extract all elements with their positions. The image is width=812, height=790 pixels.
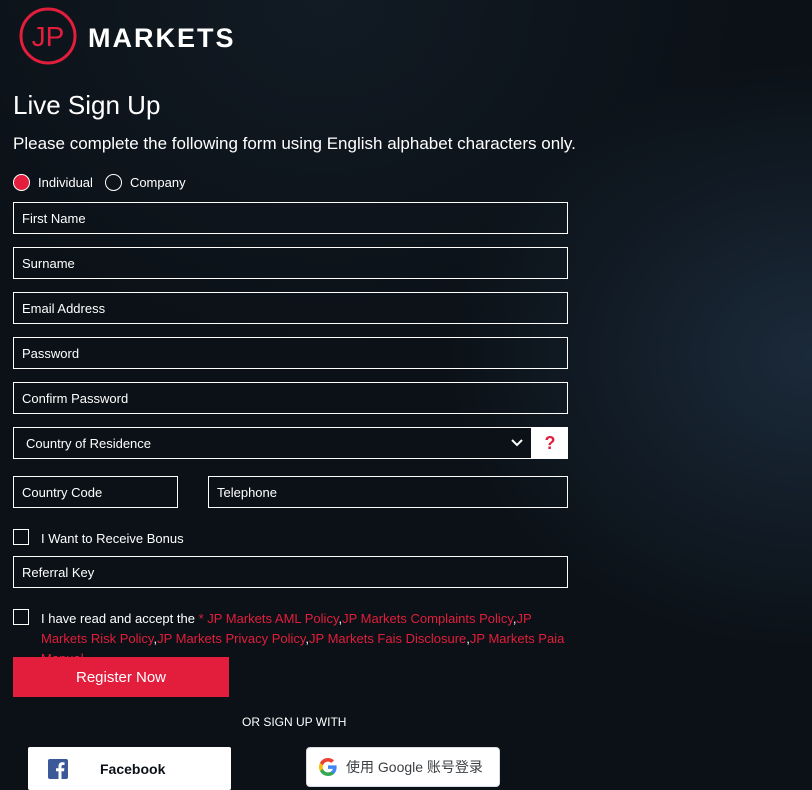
country-code-placeholder: Country Code	[22, 484, 103, 500]
jp-logo-icon: JP	[19, 7, 77, 65]
link-aml-policy[interactable]: JP Markets AML Policy	[207, 611, 338, 626]
referral-key-input[interactable]: Referral Key	[13, 556, 568, 588]
page-title: Live Sign Up	[13, 90, 161, 120]
google-button-label: 使用 Google 账号登录	[346, 759, 483, 775]
email-placeholder: Email Address	[22, 300, 106, 316]
facebook-button-label: Facebook	[100, 760, 166, 777]
email-input[interactable]: Email Address	[13, 292, 568, 324]
confirm-password-placeholder: Confirm Password	[22, 390, 129, 406]
password-placeholder: Password	[22, 345, 80, 361]
or-sign-up-with-text: OR SIGN UP WITH	[242, 715, 347, 729]
facebook-icon	[48, 758, 68, 779]
telephone-input[interactable]: Telephone	[208, 476, 568, 508]
surname-placeholder: Surname	[22, 255, 75, 271]
google-signup-button[interactable]: 使用 Google 账号登录	[306, 747, 500, 787]
link-fais-disclosure[interactable]: JP Markets Fais Disclosure	[309, 631, 466, 646]
form-instructions: Please complete the following form using…	[13, 134, 576, 153]
radio-individual-label[interactable]: Individual	[38, 175, 93, 190]
link-privacy-policy[interactable]: JP Markets Privacy Policy	[157, 631, 305, 646]
brand-name: MARKETS	[88, 23, 236, 53]
country-help-button[interactable]: ?	[532, 427, 568, 459]
register-button-label: Register Now	[75, 668, 167, 686]
terms-prefix: I have read and accept the	[41, 611, 199, 626]
radio-individual[interactable]	[13, 173, 30, 191]
register-button[interactable]: Register Now	[13, 657, 229, 697]
brand-logo[interactable]: JP MARKETS	[18, 6, 234, 66]
question-mark-icon: ?	[544, 432, 556, 453]
facebook-signup-button[interactable]: Facebook	[28, 747, 231, 790]
radio-company-label[interactable]: Company	[130, 175, 186, 190]
bonus-label[interactable]: I Want to Receive Bonus	[41, 531, 184, 546]
link-complaints-policy[interactable]: JP Markets Complaints Policy	[342, 611, 513, 626]
password-input[interactable]: Password	[13, 337, 568, 369]
required-asterisk: *	[198, 611, 208, 626]
surname-input[interactable]: Surname	[13, 247, 568, 279]
telephone-placeholder: Telephone	[217, 484, 277, 500]
country-select[interactable]: Country of Residence	[13, 427, 532, 459]
svg-text:JP: JP	[32, 21, 65, 52]
first-name-input[interactable]: First Name	[13, 202, 568, 234]
country-select-value: Country of Residence	[26, 435, 152, 451]
google-icon	[319, 758, 337, 776]
radio-company[interactable]	[104, 173, 122, 191]
account-type-group: Individual Company	[13, 172, 198, 192]
referral-key-placeholder: Referral Key	[22, 564, 95, 580]
chevron-down-icon	[511, 439, 523, 447]
confirm-password-input[interactable]: Confirm Password	[13, 382, 568, 414]
terms-checkbox[interactable]	[13, 609, 29, 625]
first-name-placeholder: First Name	[22, 210, 86, 226]
bonus-checkbox[interactable]	[13, 529, 29, 545]
country-code-input[interactable]: Country Code	[13, 476, 178, 508]
